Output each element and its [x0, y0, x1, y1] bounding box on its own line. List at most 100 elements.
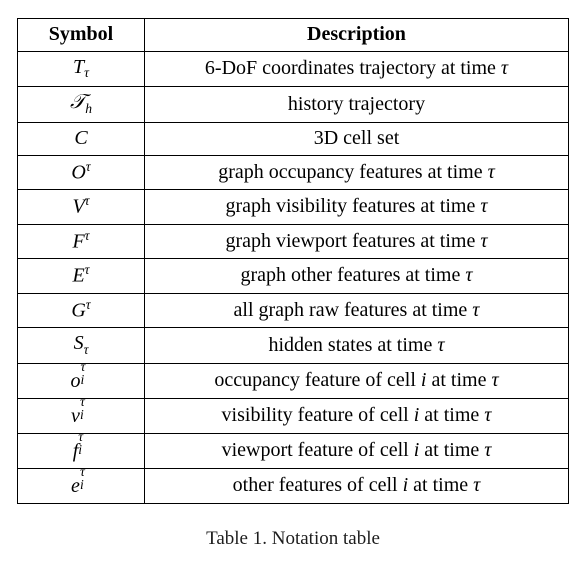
desc-var-tau: τ	[491, 369, 498, 391]
symbol-base: C	[74, 127, 87, 149]
symbol-base: O	[71, 161, 85, 183]
symbol-cell: Fτ	[18, 224, 145, 258]
symbol-sup: τ	[85, 228, 90, 243]
desc-text: graph visibility features at time	[225, 195, 480, 217]
table-row: Sτhidden states at time τ	[18, 328, 569, 363]
desc-text: history trajectory	[288, 93, 425, 115]
symbol-cell: Eτ	[18, 259, 145, 293]
symbol-base: S	[74, 332, 84, 354]
desc-var-tau: τ	[484, 404, 491, 426]
table-row: C 3D cell set	[18, 122, 569, 155]
desc-text: occupancy feature of cell	[214, 369, 421, 391]
desc-text: 3D cell set	[314, 127, 400, 149]
desc-text: visibility feature of cell	[222, 404, 414, 426]
table-row: vτivisibility feature of cell i at time …	[18, 398, 569, 433]
symbol-scripts: τi	[78, 437, 89, 457]
table-row: Oτgraph occupancy features at time τ	[18, 155, 569, 189]
symbol-base: 𝒯	[70, 91, 85, 113]
symbol-cell: fτi	[18, 433, 145, 468]
desc-var-tau: τ	[484, 439, 491, 461]
caption-text: Notation table	[272, 528, 380, 549]
header-symbol: Symbol	[18, 19, 145, 52]
symbol-base: v	[71, 405, 80, 427]
desc-text: graph viewport features at time	[225, 230, 480, 252]
desc-text: all graph raw features at time	[234, 299, 473, 321]
description-cell: graph other features at time τ	[145, 259, 569, 293]
description-cell: visibility feature of cell i at time τ	[145, 398, 569, 433]
symbol-cell: C	[18, 122, 145, 155]
notation-table: Symbol Description Tτ6-DoF coordinates t…	[17, 18, 569, 504]
symbol-sup: τ	[85, 262, 90, 277]
symbol-base: G	[71, 299, 85, 321]
caption-prefix: Table 1.	[206, 528, 272, 549]
desc-text: other features of cell	[233, 474, 403, 496]
table-row: oτioccupancy feature of cell i at time τ	[18, 363, 569, 398]
symbol-sup: τ	[86, 159, 91, 174]
symbol-cell: Sτ	[18, 328, 145, 363]
symbol-cell: eτi	[18, 468, 145, 503]
symbol-sub: h	[85, 101, 92, 116]
table-row: Eτgraph other features at time τ	[18, 259, 569, 293]
table-row: fτiviewport feature of cell i at time τ	[18, 433, 569, 468]
table-row: 𝒯h history trajectory	[18, 87, 569, 122]
table-row: Vτgraph visibility features at time τ	[18, 190, 569, 224]
symbol-scripts: τi	[80, 402, 91, 422]
desc-var-tau: τ	[465, 264, 472, 286]
description-cell: occupancy feature of cell i at time τ	[145, 363, 569, 398]
symbol-cell: vτi	[18, 398, 145, 433]
symbol-sub: i	[80, 407, 84, 424]
desc-text: viewport feature of cell	[222, 439, 414, 461]
symbol-cell: 𝒯h	[18, 87, 145, 122]
symbol-scripts: τi	[80, 472, 91, 492]
table-row: eτiother features of cell i at time τ	[18, 468, 569, 503]
description-cell: graph viewport features at time τ	[145, 224, 569, 258]
table-row: Gτall graph raw features at time τ	[18, 293, 569, 327]
header-description: Description	[145, 19, 569, 52]
symbol-sub: τ	[84, 342, 89, 357]
desc-var-tau: τ	[480, 230, 487, 252]
desc-text: graph other features at time	[240, 264, 465, 286]
header-row: Symbol Description	[18, 19, 569, 52]
description-cell: history trajectory	[145, 87, 569, 122]
desc-text: hidden states at time	[268, 334, 437, 356]
desc-text: at time	[426, 369, 491, 391]
description-cell: hidden states at time τ	[145, 328, 569, 363]
symbol-base: e	[71, 475, 80, 497]
symbol-base: E	[72, 265, 84, 287]
description-cell: graph occupancy features at time τ	[145, 155, 569, 189]
desc-var-tau: τ	[473, 474, 480, 496]
desc-text: at time	[408, 474, 473, 496]
symbol-scripts: τi	[81, 367, 92, 387]
description-cell: 6-DoF coordinates trajectory at time τ	[145, 52, 569, 87]
description-cell: 3D cell set	[145, 122, 569, 155]
desc-var-tau: τ	[480, 195, 487, 217]
description-cell: graph visibility features at time τ	[145, 190, 569, 224]
symbol-sup: τ	[85, 193, 90, 208]
description-cell: other features of cell i at time τ	[145, 468, 569, 503]
table-row: Fτgraph viewport features at time τ	[18, 224, 569, 258]
desc-var-tau: τ	[437, 334, 444, 356]
symbol-base: V	[72, 196, 84, 218]
table-row: Tτ6-DoF coordinates trajectory at time τ	[18, 52, 569, 87]
description-cell: viewport feature of cell i at time τ	[145, 433, 569, 468]
symbol-sub: i	[81, 372, 85, 389]
symbol-cell: oτi	[18, 363, 145, 398]
symbol-sup: τ	[86, 297, 91, 312]
table-body: Tτ6-DoF coordinates trajectory at time τ…	[18, 52, 569, 504]
symbol-cell: Oτ	[18, 155, 145, 189]
desc-text: 6-DoF coordinates trajectory at time	[205, 57, 501, 79]
desc-var-tau: τ	[501, 57, 508, 79]
desc-text: graph occupancy features at time	[218, 161, 487, 183]
desc-var-tau: τ	[472, 299, 479, 321]
description-cell: all graph raw features at time τ	[145, 293, 569, 327]
symbol-sub: τ	[84, 65, 89, 80]
symbol-sub: i	[80, 477, 84, 494]
symbol-cell: Vτ	[18, 190, 145, 224]
desc-text: at time	[419, 439, 484, 461]
symbol-base: T	[73, 56, 84, 78]
symbol-cell: Gτ	[18, 293, 145, 327]
symbol-cell: Tτ	[18, 52, 145, 87]
desc-text: at time	[419, 404, 484, 426]
symbol-base: F	[72, 230, 84, 252]
table-caption: Table 1. Notation table	[10, 528, 576, 550]
